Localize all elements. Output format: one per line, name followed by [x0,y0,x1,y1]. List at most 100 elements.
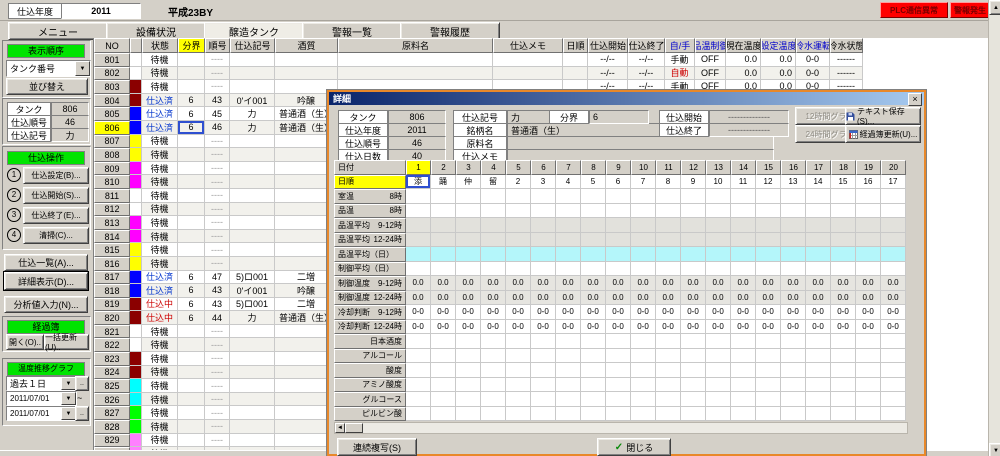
table-cell[interactable]: 6 [178,93,205,108]
row-header[interactable]: 811 [94,188,130,203]
detail-view-button[interactable]: 詳細表示(D)... [3,271,89,291]
table-cell[interactable] [230,406,275,421]
grid-cell[interactable] [431,392,456,407]
grid-cell[interactable]: 0.0 [706,290,731,305]
table-cell[interactable] [130,324,142,339]
grid-cell[interactable] [781,334,806,349]
grid-cell[interactable] [756,348,781,363]
row-header[interactable]: 824 [94,365,130,380]
grid-cell[interactable] [456,232,481,247]
grid-cell[interactable] [806,203,831,218]
grid-cell[interactable] [456,189,481,204]
table-cell[interactable] [178,80,205,94]
row-header[interactable]: 802 [94,66,130,81]
grid-cell[interactable] [606,363,631,378]
table-cell[interactable]: ---- [205,66,230,81]
grid-cell[interactable] [831,392,856,407]
dialog-titlebar[interactable]: 詳細 [329,92,924,105]
table-cell[interactable] [130,80,142,94]
grid-cell[interactable] [456,247,481,262]
grid-cell[interactable] [806,232,831,247]
row-header[interactable]: 819 [94,297,130,312]
table-cell[interactable]: 力 [230,107,275,121]
grid-cell[interactable] [856,363,881,378]
grid-cell[interactable] [881,247,906,262]
grid-cell[interactable] [831,406,856,421]
column-header[interactable]: 日順 [563,38,588,53]
grid-cell[interactable] [681,348,706,363]
column-header[interactable]: 冷水状態 [830,38,863,53]
grid-cell[interactable] [406,261,431,276]
table-cell[interactable]: --/-- [588,53,628,67]
grid-cell[interactable]: 仲 [456,174,481,189]
table-cell[interactable] [493,53,563,67]
table-cell[interactable] [338,53,493,67]
grid-cell[interactable] [781,247,806,262]
grid-cell[interactable] [406,232,431,247]
grid-cell[interactable] [706,363,731,378]
table-cell[interactable]: 待機 [142,216,178,230]
table-cell[interactable] [230,243,275,257]
table-cell[interactable]: ---- [205,53,230,67]
grid-cell[interactable] [506,261,531,276]
grid-cell[interactable]: 0.0 [831,276,856,291]
table-cell[interactable]: 0-0 [796,53,830,67]
grid-cell[interactable]: 0.0 [731,276,756,291]
grid-cell[interactable] [531,406,556,421]
batch-list-button[interactable]: 仕込一覧(A)... [4,254,88,271]
scroll-down-icon[interactable]: ▼ [989,443,1000,456]
grid-cell[interactable] [831,247,856,262]
grid-cell[interactable] [606,377,631,392]
column-header[interactable]: 状態 [142,38,178,53]
grid-cell[interactable] [431,247,456,262]
grid-cell[interactable]: 0.0 [781,276,806,291]
table-cell[interactable] [130,53,142,67]
grid-cell[interactable] [556,348,581,363]
grid-cell[interactable] [631,218,656,233]
grid-cell[interactable] [506,232,531,247]
table-cell[interactable] [130,392,142,407]
grid-cell[interactable] [556,261,581,276]
grid-cell[interactable] [656,363,681,378]
table-cell[interactable]: ---- [205,134,230,149]
table-cell[interactable]: 仕込中 [142,311,178,325]
grid-cell[interactable]: 0.0 [406,290,431,305]
row-header[interactable]: 817 [94,270,130,285]
grid-cell[interactable] [731,377,756,392]
table-cell[interactable] [230,175,275,189]
column-header[interactable]: 仕込メモ [493,38,563,53]
table-cell[interactable] [230,352,275,366]
grid-cell[interactable] [406,218,431,233]
grid-cell[interactable] [706,203,731,218]
grid-cell[interactable] [531,218,556,233]
grid-cell[interactable] [431,363,456,378]
table-cell[interactable]: 44 [205,311,230,325]
grid-cell[interactable] [406,189,431,204]
grid-cell[interactable] [806,189,831,204]
grid-cell[interactable] [406,392,431,407]
grid-cell[interactable] [556,334,581,349]
table-cell[interactable] [178,433,205,448]
grid-cell[interactable]: 0-0 [456,319,481,334]
row-header[interactable]: 813 [94,216,130,230]
table-cell[interactable] [178,406,205,421]
logbook-refresh-button[interactable]: 経過簿更新(U)... [845,125,921,143]
grid-cell[interactable] [631,363,656,378]
grid-cell[interactable]: 0-0 [656,305,681,320]
table-cell[interactable] [178,324,205,339]
grid-cell[interactable] [606,218,631,233]
table-cell[interactable]: 6 [178,270,205,285]
table-cell[interactable]: ---- [205,229,230,244]
grid-cell[interactable] [456,392,481,407]
grid-cell[interactable] [781,232,806,247]
table-cell[interactable] [230,365,275,380]
grid-cell[interactable] [531,363,556,378]
grid-cell[interactable]: 0-0 [706,305,731,320]
table-cell[interactable] [130,284,142,298]
table-cell[interactable] [178,420,205,434]
table-cell[interactable] [230,392,275,407]
grid-cell[interactable]: 0-0 [606,305,631,320]
grid-cell[interactable]: 12 [756,174,781,189]
grid-cell[interactable] [556,218,581,233]
grid-cell[interactable] [606,203,631,218]
